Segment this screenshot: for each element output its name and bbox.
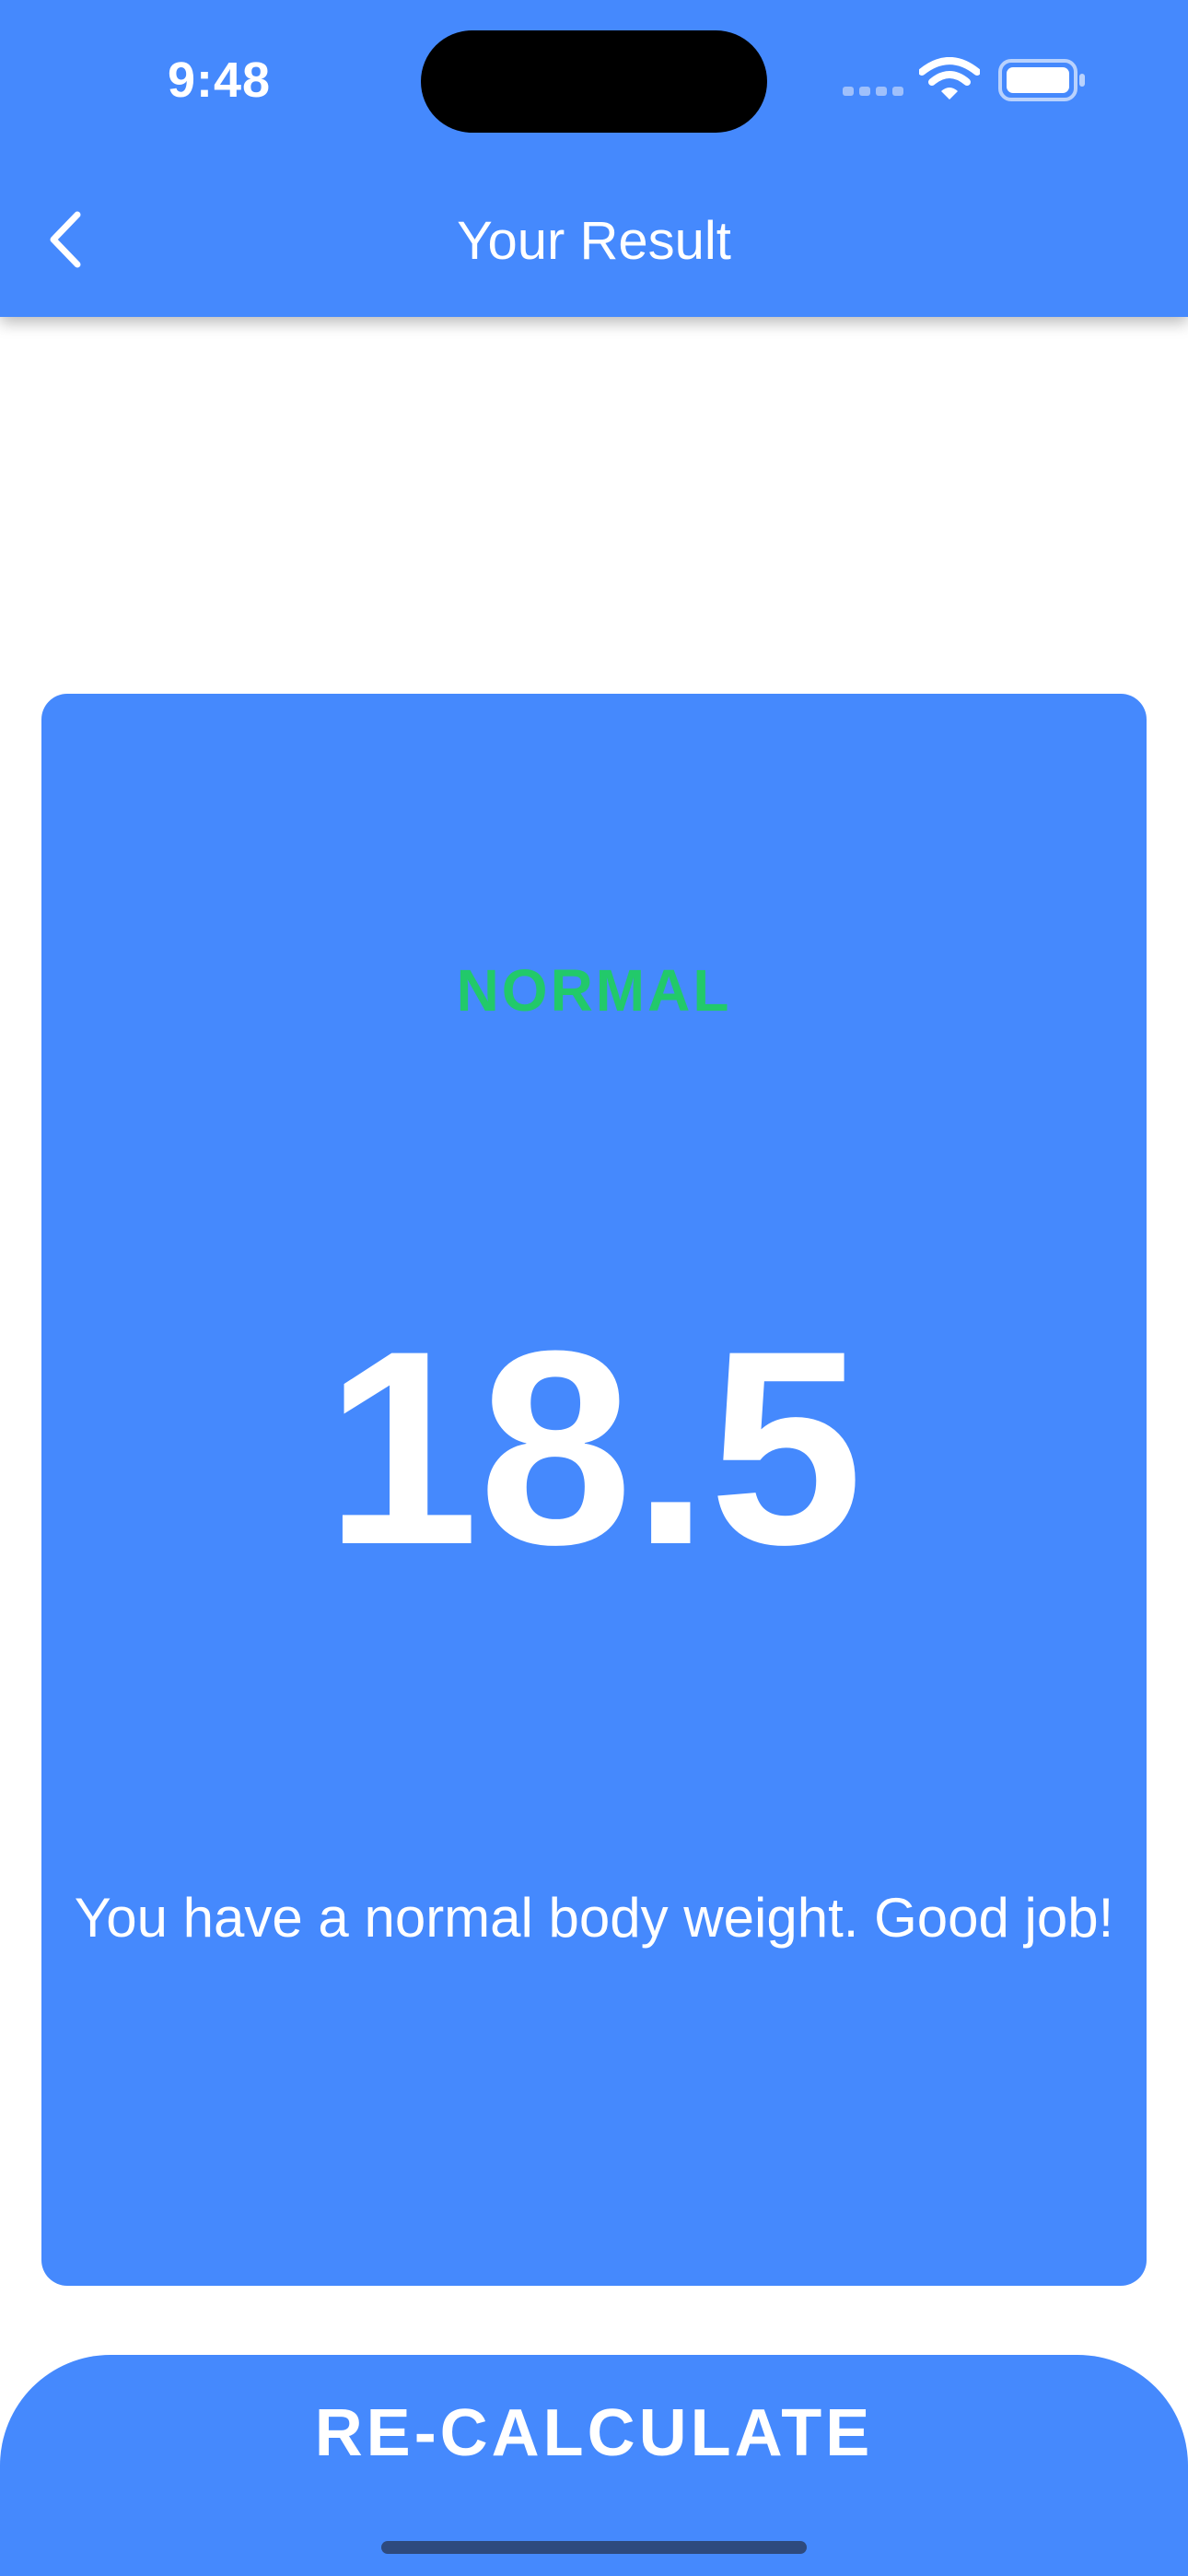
status-bar-time: 9:48: [168, 53, 272, 108]
dynamic-island: [421, 30, 767, 133]
bmi-status-label: NORMAL: [456, 957, 732, 1024]
cellular-signal-icon: [843, 87, 903, 96]
recalculate-button-label[interactable]: RE-CALCULATE: [0, 2395, 1188, 2471]
bmi-value: 18.5: [325, 1293, 863, 1602]
bmi-interpretation-text: You have a normal body weight. Good job!: [74, 1887, 1114, 1949]
battery-icon: [998, 59, 1085, 101]
home-indicator[interactable]: [381, 2541, 807, 2554]
result-card: NORMAL 18.5 You have a normal body weigh…: [41, 694, 1147, 2286]
page-title: Your Result: [457, 211, 731, 271]
wifi-icon: [919, 57, 980, 100]
app-bar: 9:48 Your Result: [0, 0, 1188, 317]
